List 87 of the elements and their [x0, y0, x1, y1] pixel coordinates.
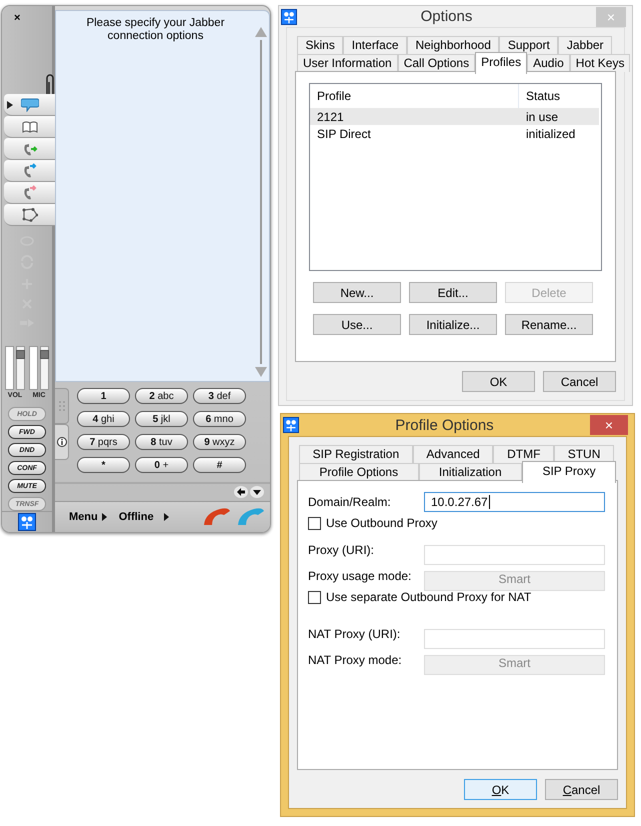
profile-name: SIP Direct — [316, 126, 372, 140]
level-meter — [5, 346, 14, 390]
side-tab[interactable] — [4, 182, 56, 204]
side-tab[interactable] — [4, 94, 56, 116]
caret-icon — [164, 513, 169, 521]
info-icon — [56, 437, 66, 447]
column-header[interactable]: Status — [519, 89, 560, 103]
profile-status: in use — [525, 110, 558, 124]
side-tab[interactable] — [4, 138, 56, 160]
keypad-key[interactable]: 3 def — [193, 388, 246, 404]
side-tab[interactable] — [4, 160, 56, 182]
app-logo-icon[interactable] — [18, 513, 36, 531]
tab[interactable]: Initialization — [418, 463, 522, 481]
profile-name: 2121 — [316, 110, 345, 124]
close-button[interactable]: × — [14, 12, 20, 24]
dialog-button[interactable]: Edit... — [409, 282, 497, 303]
field-label: NAT Proxy mode: — [308, 653, 403, 667]
presence-status[interactable]: Offline — [118, 511, 154, 523]
slider-thumb[interactable] — [40, 350, 49, 360]
tab[interactable]: Profile Options — [299, 463, 419, 481]
keypad-key[interactable]: 0 + — [135, 457, 188, 473]
tab[interactable]: Profiles — [475, 52, 528, 74]
side-tab[interactable] — [4, 116, 56, 138]
status-message: Please specify your Jabber connection options — [85, 17, 226, 44]
tab[interactable]: Advanced — [412, 445, 494, 463]
dialog-button[interactable]: OK — [462, 371, 535, 392]
dialog-button[interactable]: Use... — [313, 314, 401, 335]
keypad-key[interactable]: 5 jkl — [135, 411, 188, 427]
tab[interactable]: Call Options — [398, 54, 476, 72]
field-label: Proxy (URI): — [308, 543, 375, 557]
profile-row[interactable]: SIP Direct initialized — [310, 125, 599, 142]
caret-icon — [102, 513, 107, 521]
checkbox-label[interactable]: Use Outbound Proxy — [326, 516, 438, 530]
keypad-key[interactable]: 8 tuv — [135, 434, 188, 450]
slider-thumb[interactable] — [16, 350, 25, 360]
dialog-button[interactable]: Cancel — [543, 371, 616, 392]
keypad-key[interactable]: 7 pqrs — [77, 434, 130, 450]
tab[interactable]: User Information — [297, 54, 398, 72]
dialog-button[interactable]: Initialize... — [409, 314, 497, 335]
keypad-key[interactable]: 6 mno — [193, 411, 246, 427]
network-icon — [22, 208, 38, 222]
dialog-button[interactable]: Cancel — [545, 779, 618, 800]
window-title: Profile Options — [394, 416, 495, 434]
profile-row[interactable]: 2121 in use — [310, 108, 599, 125]
app-logo-icon — [283, 417, 299, 433]
field-label: Proxy usage mode: — [308, 569, 412, 583]
hang-up-icon[interactable] — [202, 507, 232, 527]
menu-button[interactable]: Menu — [69, 511, 98, 523]
info-tab[interactable] — [55, 424, 69, 460]
selection-arrow-icon — [7, 101, 13, 109]
missed-call-icon — [22, 184, 38, 200]
tab[interactable]: Audio — [527, 54, 570, 72]
keypad-key[interactable]: 4 ghi — [77, 411, 130, 427]
field-label: NAT Proxy (URI): — [308, 627, 402, 641]
tab[interactable]: Neighborhood — [406, 36, 500, 54]
tab[interactable]: Interface — [343, 36, 407, 54]
tab[interactable]: Skins — [297, 36, 344, 54]
keypad-key[interactable]: 1 — [77, 388, 130, 404]
close-button[interactable]: × — [590, 415, 628, 435]
tab[interactable]: SIP Proxy — [522, 461, 616, 483]
app-logo-icon — [281, 8, 297, 24]
incoming-call-icon — [22, 162, 38, 178]
checkbox[interactable] — [308, 590, 321, 604]
tab[interactable]: Jabber — [558, 36, 612, 54]
level-meter — [29, 346, 38, 390]
window-title: Options — [420, 8, 474, 25]
tab[interactable]: Support — [499, 36, 558, 54]
keypad-key[interactable]: # — [193, 457, 246, 473]
checkbox-label[interactable]: Use separate Outbound Proxy for NAT — [326, 590, 532, 604]
keypad-key[interactable]: * — [77, 457, 130, 473]
keypad-key[interactable]: 9 wxyz — [193, 434, 246, 450]
dots-grid-icon — [58, 401, 64, 411]
book-icon — [22, 120, 38, 132]
profile-status: initialized — [525, 126, 576, 140]
dialog-button[interactable]: OK — [464, 779, 537, 800]
input-field[interactable]: 10.0.27.67 — [424, 492, 605, 512]
side-tab[interactable] — [4, 204, 56, 226]
checkbox[interactable] — [308, 516, 321, 530]
keypad-key[interactable]: 2 abc — [135, 388, 188, 404]
left-arrow-icon[interactable] — [234, 486, 248, 498]
dialog-button[interactable]: New... — [313, 282, 401, 303]
chat-bubble-icon — [21, 98, 39, 112]
tab[interactable]: Hot Keys — [570, 54, 630, 72]
dialog-button[interactable]: Rename... — [505, 314, 593, 335]
field-label: Domain/Realm: — [308, 495, 392, 509]
tab[interactable]: SIP Registration — [299, 445, 413, 463]
tab[interactable]: DTMF — [493, 445, 554, 463]
